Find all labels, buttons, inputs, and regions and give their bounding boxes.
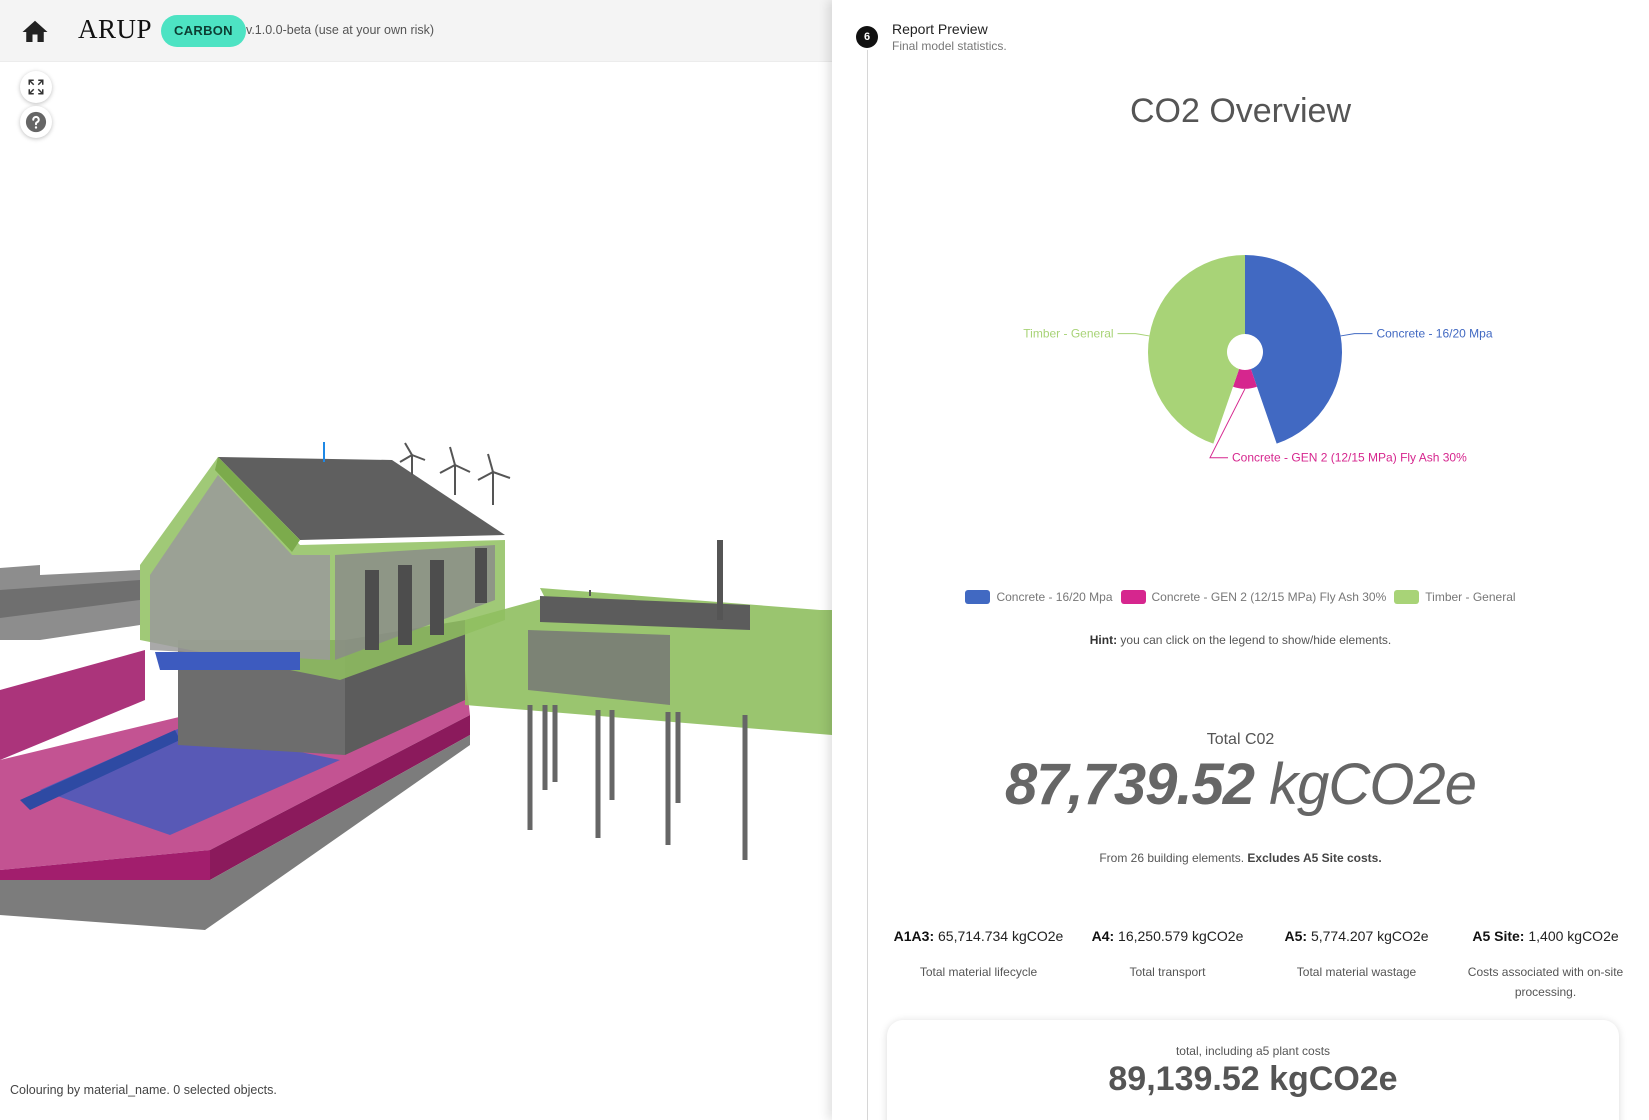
model-viewer[interactable]: ARUP CARBON v.1.0.0-beta (use at your ow… (0, 0, 832, 1120)
stat-desc: Total material lifecycle (919, 965, 1038, 979)
hint-text: you can click on the legend to show/hide… (1117, 633, 1392, 647)
chart-legend: Concrete - 16/20 Mpa Concrete - GEN 2 (12… (832, 590, 1649, 604)
summary-card: total, including a5 plant costs 89,139.5… (887, 1020, 1619, 1120)
stat-value: 65,714.734 kgCO2e (934, 928, 1064, 944)
stat-head: A1A3: 65,714.734 kgCO2e (884, 928, 1073, 944)
stage-stats: A1A3: 65,714.734 kgCO2e Total material l… (884, 928, 1640, 1002)
stat-a5-site: A5 Site: 1,400 kgCO2e Costs associated w… (1451, 928, 1640, 1002)
summary-label: total, including a5 plant costs (1175, 1044, 1331, 1058)
pie-label-line (1117, 333, 1150, 337)
stat-head: A5: 5,774.207 kgCO2e (1262, 928, 1451, 944)
legend-label: Concrete - 16/20 Mpa (996, 590, 1113, 604)
legend-label: Concrete - GEN 2 (12/15 MPa) Fly Ash 30% (1151, 590, 1387, 604)
report-panel: 6 Report Preview Final model statistics.… (832, 0, 1649, 1120)
legend-swatch (965, 590, 991, 604)
legend-item[interactable]: Timber - General (1394, 590, 1516, 604)
version-label: v.1.0.0-beta (use at your own risk) (246, 23, 435, 37)
legend-swatch (1120, 590, 1146, 604)
legend-swatch (1394, 590, 1420, 604)
pie-slice-label: Concrete - 16/20 Mpa (1376, 327, 1492, 341)
home-icon (22, 20, 48, 42)
summary-value: 89,139.52 kgCO2e (1108, 1060, 1398, 1098)
total-co2-unit: kgCO2e (1254, 752, 1477, 817)
legend-hint: Hint: you can click on the legend to sho… (832, 633, 1649, 647)
stat-value: 16,250.579 kgCO2e (1114, 928, 1244, 944)
hint-label: Hint: (1089, 633, 1118, 647)
stat-desc: Costs associated with on-site processing… (1467, 965, 1624, 999)
arup-logo: ARUP (78, 14, 153, 44)
pie-slice[interactable] (1148, 255, 1245, 444)
elements-note-text: From 26 building elements. (1099, 851, 1248, 865)
viewer-status: Colouring by material_name. 0 selected o… (10, 1083, 277, 1097)
pie-label-line (1340, 333, 1373, 337)
total-co2-number: 87,739.52 (1005, 752, 1255, 817)
stat-a1a3: A1A3: 65,714.734 kgCO2e Total material l… (884, 928, 1073, 1002)
legend-item[interactable]: Concrete - 16/20 Mpa (965, 590, 1113, 604)
elements-note-bold: Excludes A5 Site costs. (1247, 851, 1382, 865)
home-button[interactable] (20, 17, 50, 47)
stat-key: A5: (1284, 928, 1308, 944)
total-co2-value: 87,739.52 kgCO2e (832, 751, 1649, 818)
carbon-badge: CARBON (161, 15, 246, 47)
stat-desc: Total material wastage (1296, 965, 1417, 979)
stat-key: A5 Site: (1472, 928, 1525, 944)
legend-item[interactable]: Concrete - GEN 2 (12/15 MPa) Fly Ash 30% (1120, 590, 1387, 604)
stat-a5: A5: 5,774.207 kgCO2e Total material wast… (1262, 928, 1451, 1002)
co2-pie-chart[interactable]: Concrete - 16/20 Mpa Concrete - GEN 2 (12… (832, 0, 1649, 560)
stat-value: 1,400 kgCO2e (1524, 928, 1619, 944)
stat-key: A4: (1091, 928, 1115, 944)
elements-note: From 26 building elements. Excludes A5 S… (832, 851, 1649, 865)
total-co2-label: Total C02 (1206, 731, 1275, 748)
legend-label: Timber - General (1425, 590, 1516, 604)
stat-value: 5,774.207 kgCO2e (1307, 928, 1429, 944)
pie-slice-label: Timber - General (1023, 327, 1113, 341)
building-3d-scene[interactable] (0, 62, 832, 1062)
stat-head: A4: 16,250.579 kgCO2e (1073, 928, 1262, 944)
app-header: ARUP CARBON v.1.0.0-beta (use at your ow… (0, 0, 832, 62)
stat-a4: A4: 16,250.579 kgCO2e Total transport (1073, 928, 1262, 1002)
stat-key: A1A3: (893, 928, 935, 944)
stat-desc: Total transport (1129, 965, 1206, 979)
pie-slice[interactable] (1245, 255, 1342, 444)
stat-head: A5 Site: 1,400 kgCO2e (1451, 928, 1640, 944)
pie-slice-label: Concrete - GEN 2 (12/15 MPa) Fly Ash 30% (1232, 451, 1467, 465)
